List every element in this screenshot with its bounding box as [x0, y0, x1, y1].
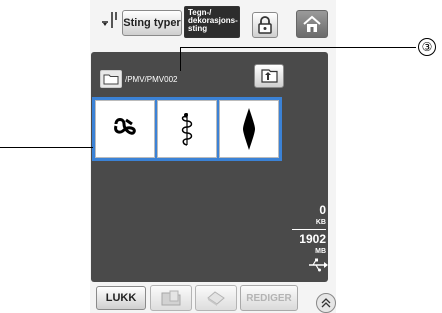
vine-pattern-icon	[181, 113, 193, 146]
diamond-pattern-icon	[243, 108, 255, 150]
copy-icon	[161, 290, 181, 306]
page-up-button[interactable]	[316, 293, 336, 313]
left-callout-line	[0, 147, 93, 148]
close-button[interactable]: LUKK	[96, 286, 146, 310]
folder-icon	[100, 70, 122, 88]
stitch-types-label: Sting typer	[123, 17, 181, 29]
edit-label: REDIGER	[246, 292, 292, 304]
lock-icon	[258, 16, 272, 34]
usb-icon	[308, 258, 328, 272]
pattern-thumbnail[interactable]	[95, 100, 155, 158]
home-icon	[303, 15, 321, 32]
total-unit: MB	[315, 248, 326, 255]
copy-button	[150, 285, 192, 311]
used-unit: KB	[315, 219, 326, 226]
memory-divider	[292, 229, 326, 230]
char-decor-stitch-button[interactable]: Tegn-/ dekorasjons- sting	[184, 6, 240, 38]
stitch-types-button[interactable]: Sting typer	[122, 10, 182, 36]
current-path: /PMV/PMV002	[125, 74, 178, 84]
pattern-thumbnail[interactable]	[157, 100, 217, 158]
close-label: LUKK	[105, 292, 137, 304]
folder-up-button[interactable]	[254, 64, 284, 88]
callout-number: ③	[418, 38, 436, 56]
used-value: 0	[319, 203, 326, 217]
lock-button[interactable]	[252, 12, 278, 38]
folder-up-icon	[261, 69, 278, 83]
char-decor-label-line-3: sting	[188, 24, 208, 33]
stitch-pattern-grid	[92, 97, 282, 161]
edit-button: REDIGER	[240, 285, 298, 311]
top-callout-line-h	[180, 47, 416, 48]
top-callout-line-v	[180, 47, 181, 71]
delete-button	[195, 285, 237, 311]
total-value: 1902	[299, 232, 326, 246]
needle-mode-icon[interactable]	[100, 10, 120, 32]
path-row: /PMV/PMV002	[100, 68, 177, 90]
delete-icon	[207, 291, 225, 306]
page-up-icon	[321, 298, 331, 308]
loop-pattern-icon	[114, 118, 136, 135]
pattern-thumbnail[interactable]	[219, 100, 279, 158]
home-button[interactable]	[296, 10, 328, 38]
